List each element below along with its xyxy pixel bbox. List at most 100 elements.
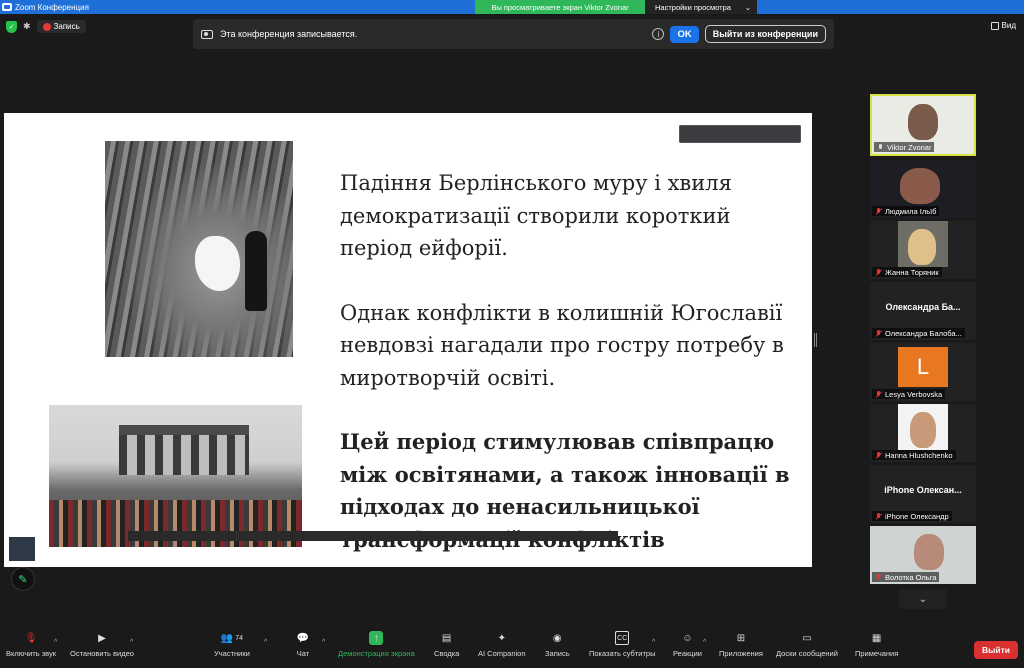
share-screen-button[interactable]: ↑ Демонстрация экрана (338, 631, 415, 658)
summary-icon: ▤ (441, 632, 452, 644)
participant-tile[interactable]: Людмила Ільїб (870, 160, 976, 218)
ai-companion-button[interactable]: ✦ AI Companion (478, 631, 526, 659)
view-button[interactable]: Вид (990, 21, 1016, 30)
participant-tile[interactable]: Жанна Торяник (870, 221, 976, 279)
chat-bubble-icon: 💬 (296, 632, 310, 644)
apps-icon: ⊞ (736, 632, 746, 644)
participant-name: Волотка Ольга (885, 572, 937, 582)
microphone-muted-icon (875, 207, 882, 215)
whiteboard-icon: ▭ (802, 632, 812, 644)
apps-button[interactable]: ⊞ Приложения (719, 631, 763, 659)
unmute-button[interactable]: 🎙 Включить звук (6, 631, 56, 659)
summary-button[interactable]: ▤ Сводка (434, 631, 459, 659)
participant-tile[interactable]: Волотка Ольга (870, 526, 976, 584)
record-button[interactable]: ◉ Запись (545, 631, 570, 659)
participant-name: Viktor Zvonar (887, 142, 932, 152)
berlin-wall-photo (105, 141, 293, 357)
annotate-pencil-icon[interactable]: ✎ (11, 567, 35, 591)
share-banner-text: Вы просматриваете экран Viktor Zvonar (491, 2, 629, 12)
info-icon[interactable]: ✱ (23, 21, 31, 32)
person-figure (245, 231, 267, 311)
recording-badge[interactable]: Запись (36, 20, 86, 33)
people-icon: 👥 74 (220, 632, 244, 644)
audio-options-caret[interactable]: ^ (54, 639, 57, 646)
leave-button[interactable]: Выйти (973, 641, 1018, 659)
microphone-muted-icon (875, 329, 882, 337)
whiteboards-button[interactable]: ▭ Доски сообщений (776, 631, 838, 659)
participants-options-caret[interactable]: ^ (264, 639, 267, 646)
view-settings-label: Настройки просмотра (655, 2, 731, 12)
participant-name: iPhone Олександр (885, 511, 949, 521)
leave-meeting-button[interactable]: Выйти из конференции (704, 25, 826, 43)
microphone-icon (877, 143, 884, 151)
chat-button[interactable]: 💬 Чат (296, 631, 310, 659)
participant-display-name: iPhone Олексан... (884, 485, 962, 495)
shared-screen-slide: Падіння Берлінського муру і хвиля демокр… (4, 113, 812, 567)
resize-handle[interactable] (814, 333, 817, 347)
notes-icon: ▦ (871, 632, 882, 644)
participant-name: Lesya Verbovska (885, 389, 943, 399)
slide-text: Падіння Берлінського муру і хвиля демокр… (340, 167, 790, 556)
reactions-button[interactable]: ☺ Реакции (673, 631, 702, 659)
wall-hole-shape (195, 236, 240, 291)
participant-video (900, 168, 940, 204)
share-screen-icon: ↑ (369, 631, 384, 645)
participant-video (910, 412, 936, 448)
notes-button[interactable]: ▦ Примечания (855, 631, 898, 659)
participant-name: Олександра Балоба... (885, 328, 962, 338)
participant-display-name: Олександра Ба... (885, 302, 961, 312)
sparkle-icon: ✦ (497, 632, 506, 644)
video-camera-icon: ▶ (98, 632, 106, 644)
record-dot-icon (42, 22, 51, 31)
microphone-muted-icon: 🎙 (24, 632, 38, 644)
meeting-toolbar: 🎙 Включить звук ^ ▶ Остановить видео ^ 👥… (0, 629, 1024, 668)
microphone-muted-icon (875, 268, 882, 276)
microphone-muted-icon (875, 390, 882, 398)
captions-button[interactable]: CC Показать субтитры (589, 631, 655, 658)
chevron-down-icon: ⌄ (918, 593, 928, 605)
microphone-muted-icon (875, 451, 882, 459)
video-button[interactable]: ▶ Остановить видео (70, 631, 134, 659)
brandenburg-gate-photo (49, 405, 302, 547)
participant-avatar: L (898, 347, 948, 387)
record-icon: ◉ (552, 632, 562, 644)
participant-tile[interactable]: Олександра Ба... Олександра Балоба... (870, 282, 976, 340)
participants-count: 74 (235, 634, 244, 642)
captions-options-caret[interactable]: ^ (652, 639, 655, 646)
zoom-logo-icon (2, 3, 12, 11)
chat-options-caret[interactable]: ^ (322, 639, 325, 646)
slide-paragraph-2: Однак конфлікти в колишній Югославії нев… (340, 300, 784, 390)
shield-icon[interactable]: ✓ (6, 20, 17, 33)
gallery-scroll-down-button[interactable]: ⌄ (899, 589, 947, 609)
recording-notice: Эта конференция записывается. i OK Выйти… (193, 19, 834, 49)
self-view-thumbnail[interactable] (9, 537, 35, 561)
participant-tile[interactable]: Viktor Zvonar (870, 94, 976, 156)
ok-button[interactable]: OK (670, 25, 699, 43)
participant-tile[interactable]: Hanna Hlushchenko (870, 404, 976, 462)
participant-video (914, 534, 944, 570)
view-button-label: Вид (1001, 21, 1016, 30)
closed-captions-icon: CC (615, 631, 630, 645)
participant-video (908, 104, 938, 140)
chevron-down-icon: ⌄ (744, 2, 751, 12)
microphone-muted-icon (875, 573, 882, 581)
window-title: Zoom Конференция (15, 2, 89, 12)
annotation-bar (128, 531, 618, 541)
grid-view-icon (990, 21, 999, 30)
view-settings-dropdown[interactable]: Настройки просмотра ⌄ (645, 0, 757, 14)
participant-tile[interactable]: iPhone Олексан... iPhone Олександр (870, 465, 976, 523)
smiley-icon: ☺ (682, 632, 693, 644)
recording-badge-label: Запись (53, 22, 80, 31)
participant-tile[interactable]: L Lesya Verbovska (870, 343, 976, 401)
recording-notice-text: Эта конференция записывается. (220, 29, 358, 39)
redacted-area (679, 125, 801, 143)
participant-name: Жанна Торяник (885, 267, 939, 277)
reactions-options-caret[interactable]: ^ (703, 639, 706, 646)
info-circle-icon[interactable]: i (652, 28, 665, 40)
video-options-caret[interactable]: ^ (130, 639, 133, 646)
slide-paragraph-1: Падіння Берлінського муру і хвиля демокр… (340, 171, 732, 260)
participants-button[interactable]: 👥 74 Участники (214, 631, 250, 659)
gate-shape (119, 425, 249, 475)
participant-name: Hanna Hlushchenko (885, 450, 953, 460)
participant-name: Людмила Ільїб (885, 206, 937, 216)
